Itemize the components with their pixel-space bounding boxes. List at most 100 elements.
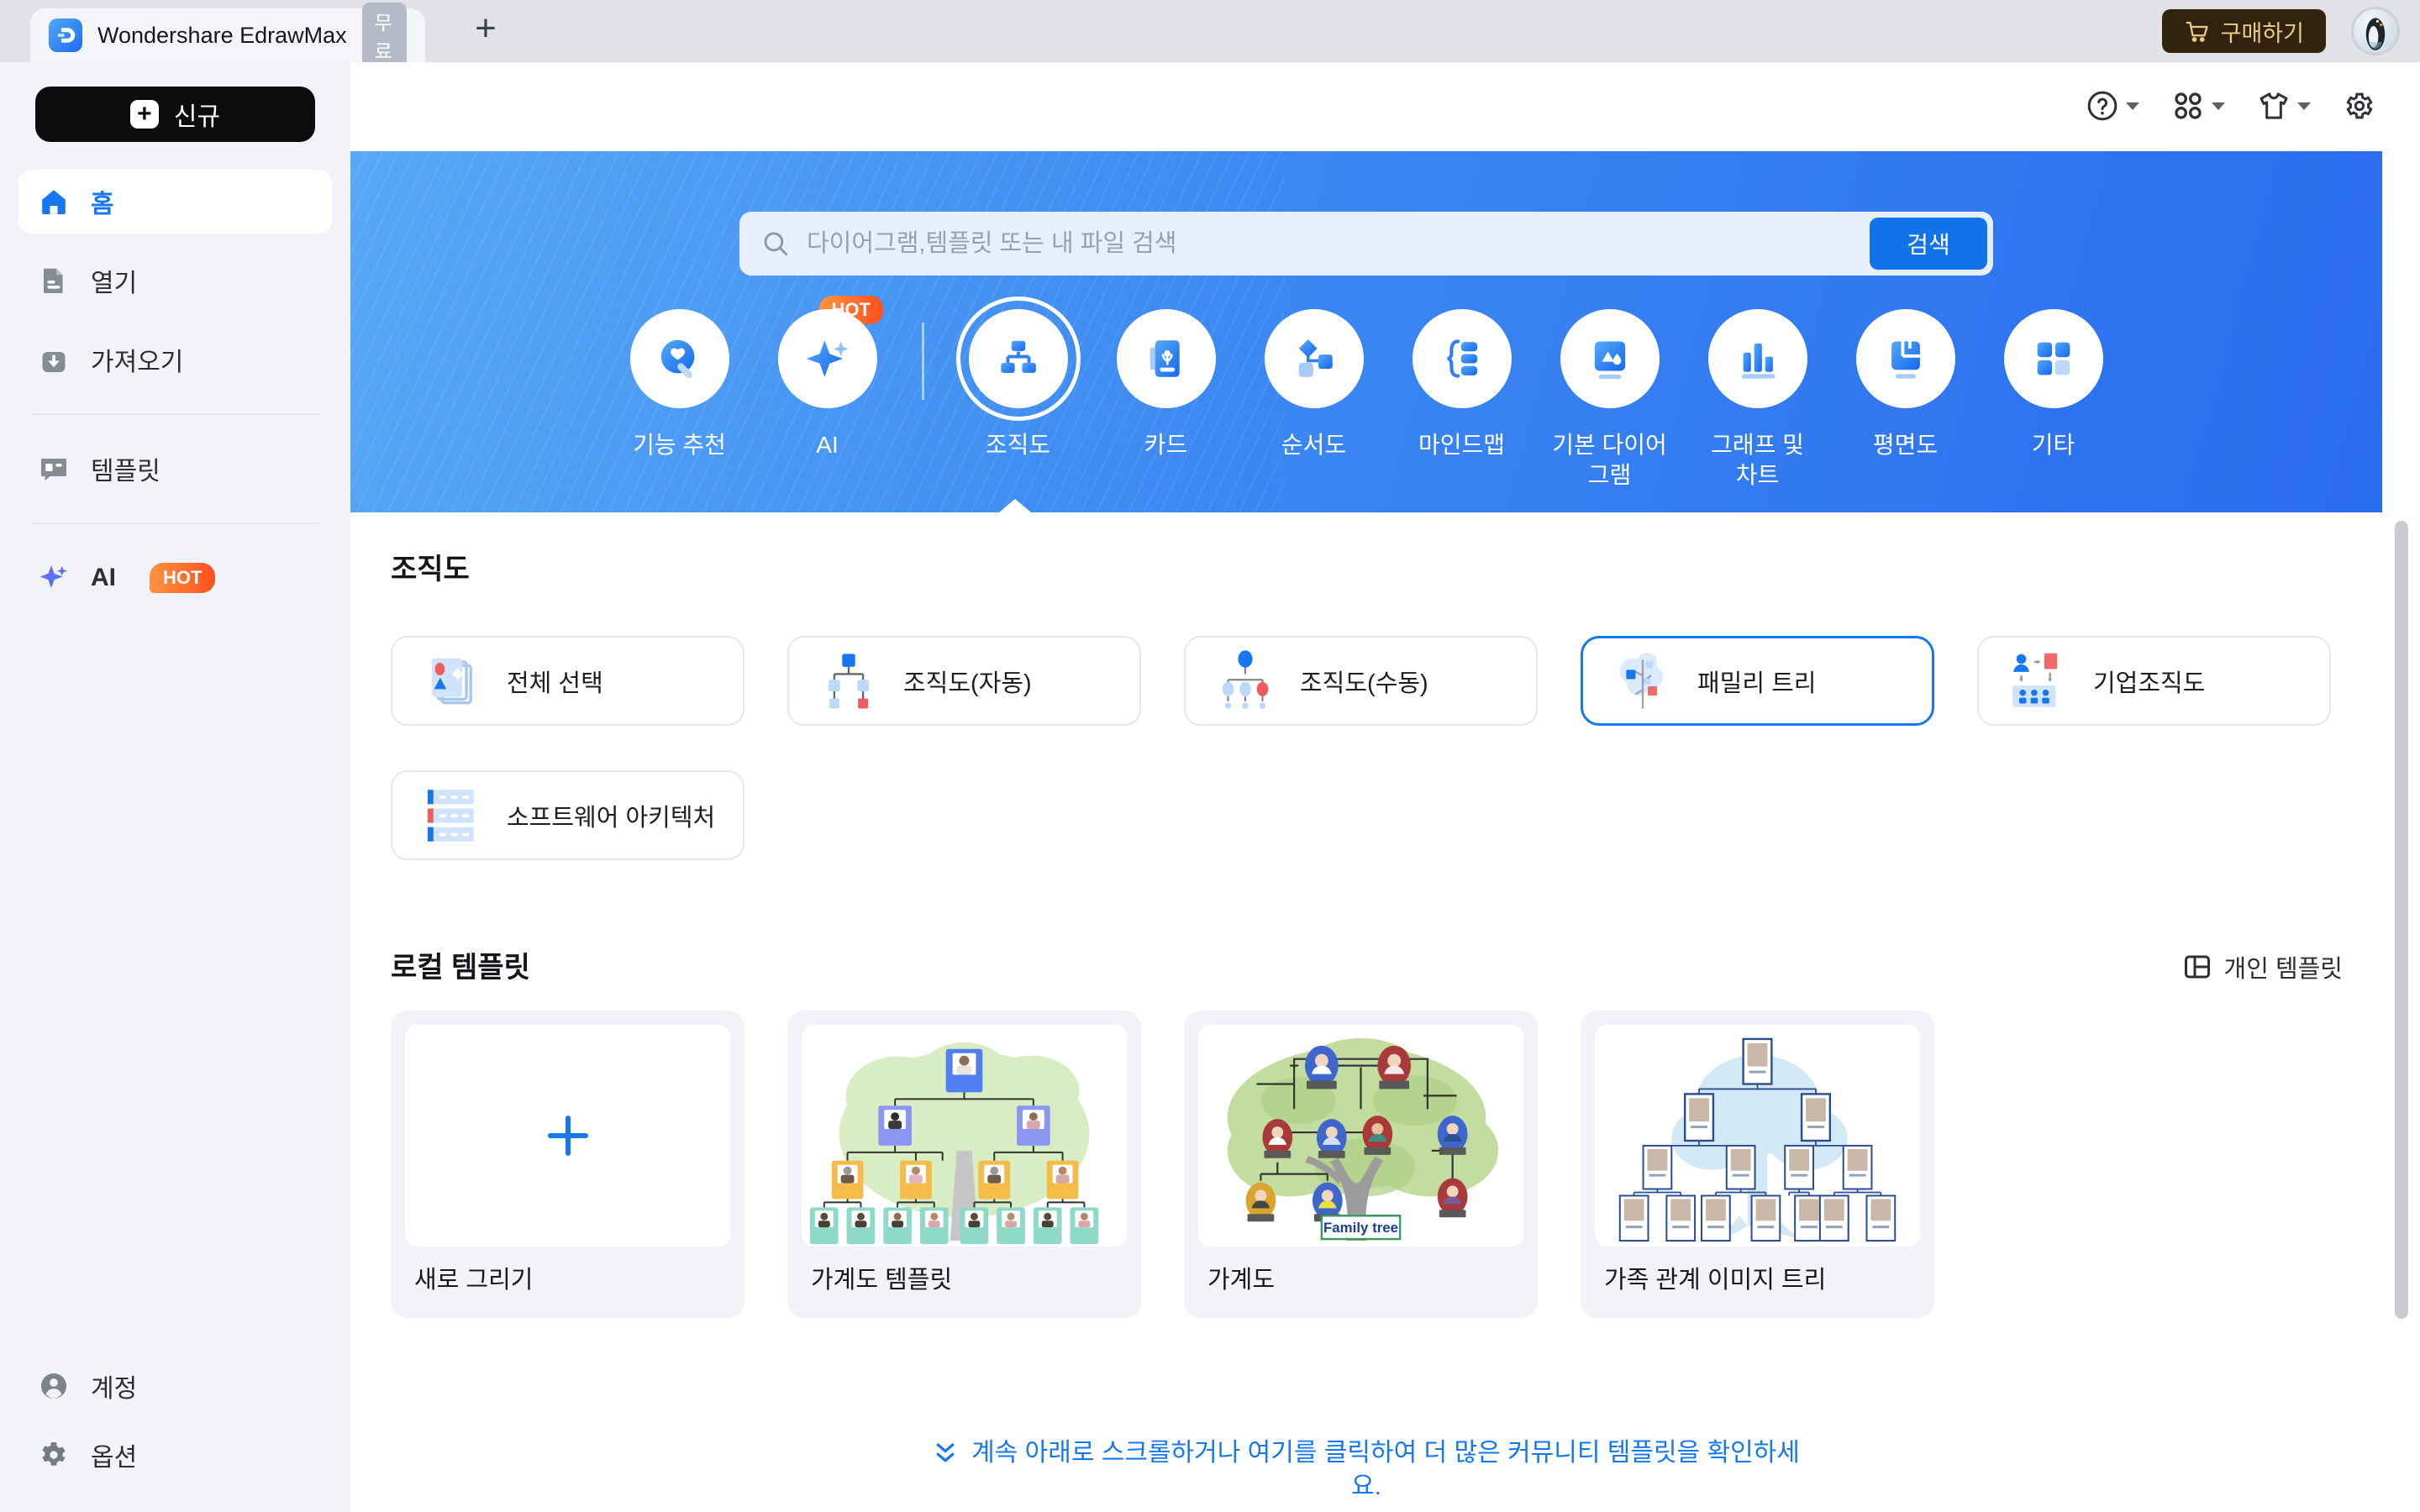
orgchart-auto-icon [829, 654, 869, 708]
category-basic-diagram[interactable]: 기본 다이어 그램 [1536, 309, 1684, 491]
search-bar: 검색 [739, 212, 1993, 276]
vertical-scrollbar-thumb[interactable] [2395, 521, 2408, 1319]
type-card-orgchart-manual[interactable]: 조직도(수동) [1184, 636, 1538, 726]
ai-sparkle-icon [39, 565, 67, 588]
type-card-select-all[interactable]: 전체 선택 [391, 636, 744, 726]
category-mindmap[interactable]: 마인드맵 [1388, 309, 1536, 460]
ai-sparkle-icon [806, 340, 849, 377]
options-gear-icon [42, 1442, 66, 1466]
select-all-icon [432, 658, 472, 704]
search-input[interactable] [790, 212, 1993, 276]
template-card-family-tree-template[interactable]: 가계도 템플릿 [787, 1011, 1141, 1318]
family-tree-icon [1619, 652, 1663, 708]
title-bar: Wondershare EdrawMax 무료 + 구매하기 [0, 0, 2420, 68]
floorplan-icon [1891, 341, 1920, 379]
sidebar-divider [32, 522, 318, 524]
buy-label: 구매하기 [2220, 20, 2304, 46]
family-tree-thumbnail: Family tree [1227, 1037, 1499, 1242]
category-row: 기능 추천 HOT AI 조직도 카드 순서도 마인드맵 기본 다이어 그램 그… [350, 296, 2382, 491]
sidebar: + 신규 홈 열기 가져오기 템플릿 AI HOT 계정 옵션 [0, 62, 350, 1512]
import-icon [42, 352, 66, 372]
hero-banner: 검색 기능 추천 HOT AI 조직도 [350, 151, 2382, 512]
search-button[interactable]: 검색 [1870, 218, 1987, 270]
new-document-button[interactable]: + 신규 [35, 87, 315, 142]
sidebar-item-templates[interactable]: 템플릿 [18, 437, 332, 501]
category-feature[interactable]: 기능 추천 [606, 309, 754, 460]
cart-icon [2186, 21, 2208, 42]
avatar[interactable] [2351, 7, 2400, 55]
sidebar-item-ai[interactable]: AI HOT [18, 546, 332, 610]
local-template-grid: 새로 그리기 가계도 템플릿 Family tree 가계도 가족 관계 이미지… [391, 1011, 1934, 1318]
section-title-orgchart: 조직도 [391, 554, 470, 585]
orgchart-icon [1000, 340, 1036, 373]
bar-chart-icon [1741, 343, 1776, 379]
sidebar-divider [32, 413, 318, 415]
edrawmax-logo-icon [49, 18, 82, 52]
app-tab[interactable]: Wondershare EdrawMax 무료 [30, 3, 425, 68]
svg-text:Family tree: Family tree [1323, 1220, 1398, 1236]
sidebar-item-options[interactable]: 옵션 [35, 1423, 325, 1487]
plus-icon: + [129, 100, 159, 129]
free-badge: 무료 [361, 3, 407, 68]
search-icon [764, 232, 788, 256]
category-ai[interactable]: HOT AI [754, 296, 902, 460]
corporate-orgchart-icon [2012, 653, 2058, 707]
new-tab-button[interactable]: + [460, 2, 511, 55]
buy-button[interactable]: 구매하기 [2161, 9, 2326, 53]
document-icon [44, 268, 63, 293]
personal-templates-link[interactable]: 개인 템플릿 [2182, 949, 2343, 984]
section-title-local-templates: 로컬 템플릿 [391, 952, 530, 984]
orgchart-manual-icon [1222, 649, 1269, 709]
template-icon [41, 459, 66, 481]
plus-icon [547, 1116, 588, 1156]
settings-button[interactable] [2343, 89, 2376, 123]
home-icon [42, 190, 66, 214]
mindmap-icon [1446, 339, 1477, 378]
family-tree-template-thumbnail [809, 1042, 1099, 1244]
more-templates-link[interactable]: 계속 아래로 스크롤하거나 여기를 클릭하여 더 많은 커뮤니티 템플릿을 확인… [350, 1436, 2382, 1504]
sidebar-item-account[interactable]: 계정 [35, 1354, 325, 1418]
category-floorplan[interactable]: 평면도 [1832, 309, 1980, 460]
chevron-down-icon [2212, 102, 2225, 110]
card-icon [1150, 340, 1180, 377]
category-flowchart[interactable]: 순서도 [1240, 309, 1388, 460]
double-chevron-down-icon [936, 1443, 955, 1462]
category-other[interactable]: 기타 [1980, 309, 2128, 460]
orgchart-type-grid: 전체 선택 조직도(자동) 조직도(수동) 패밀리 트리 기업조직도 소프트웨어… [391, 636, 2382, 860]
type-card-corporate-orgchart[interactable]: 기업조직도 [1977, 636, 2331, 726]
category-card[interactable]: 카드 [1092, 309, 1240, 460]
chevron-down-icon [2126, 102, 2139, 110]
category-orgchart[interactable]: 조직도 [944, 297, 1092, 460]
template-card-new-drawing[interactable]: 새로 그리기 [391, 1011, 744, 1318]
tshirt-icon [2260, 92, 2288, 119]
template-card-family-tree[interactable]: Family tree 가계도 [1184, 1011, 1538, 1318]
family-photo-tree-thumbnail [1618, 1037, 1897, 1242]
main-content: 검색 기능 추천 HOT AI 조직도 [350, 62, 2420, 1512]
sidebar-item-home[interactable]: 홈 [18, 170, 332, 234]
type-card-family-tree[interactable]: 패밀리 트리 [1581, 636, 1934, 726]
other-grid-icon [2037, 342, 2070, 375]
help-menu-button[interactable] [2086, 89, 2139, 123]
template-card-family-photo-tree[interactable]: 가족 관계 이미지 트리 [1581, 1011, 1934, 1318]
tab-title: Wondershare EdrawMax [97, 22, 347, 48]
help-icon [2087, 91, 2118, 121]
sidebar-item-import[interactable]: 가져오기 [18, 328, 332, 391]
sidebar-item-open[interactable]: 열기 [18, 249, 332, 312]
account-icon [41, 1373, 66, 1399]
apps-grid-icon [2175, 92, 2202, 119]
type-card-software-architecture[interactable]: 소프트웨어 아키텍처 [391, 770, 744, 860]
personal-templates-icon [2184, 955, 2210, 979]
type-card-orgchart-auto[interactable]: 조직도(자동) [787, 636, 1141, 726]
chevron-down-icon [2297, 102, 2311, 110]
feature-badge-icon [660, 339, 694, 379]
hot-badge: HOT [150, 563, 216, 593]
theme-menu-button[interactable] [2257, 89, 2311, 123]
settings-gear-icon [2346, 92, 2373, 119]
category-charts[interactable]: 그래프 및 차트 [1684, 309, 1832, 491]
basic-diagram-icon [1594, 341, 1625, 380]
category-separator [921, 323, 924, 400]
penguin-avatar-image [2365, 18, 2386, 50]
software-architecture-icon [427, 789, 474, 842]
flowchart-icon [1298, 339, 1333, 377]
apps-menu-button[interactable] [2171, 89, 2225, 123]
